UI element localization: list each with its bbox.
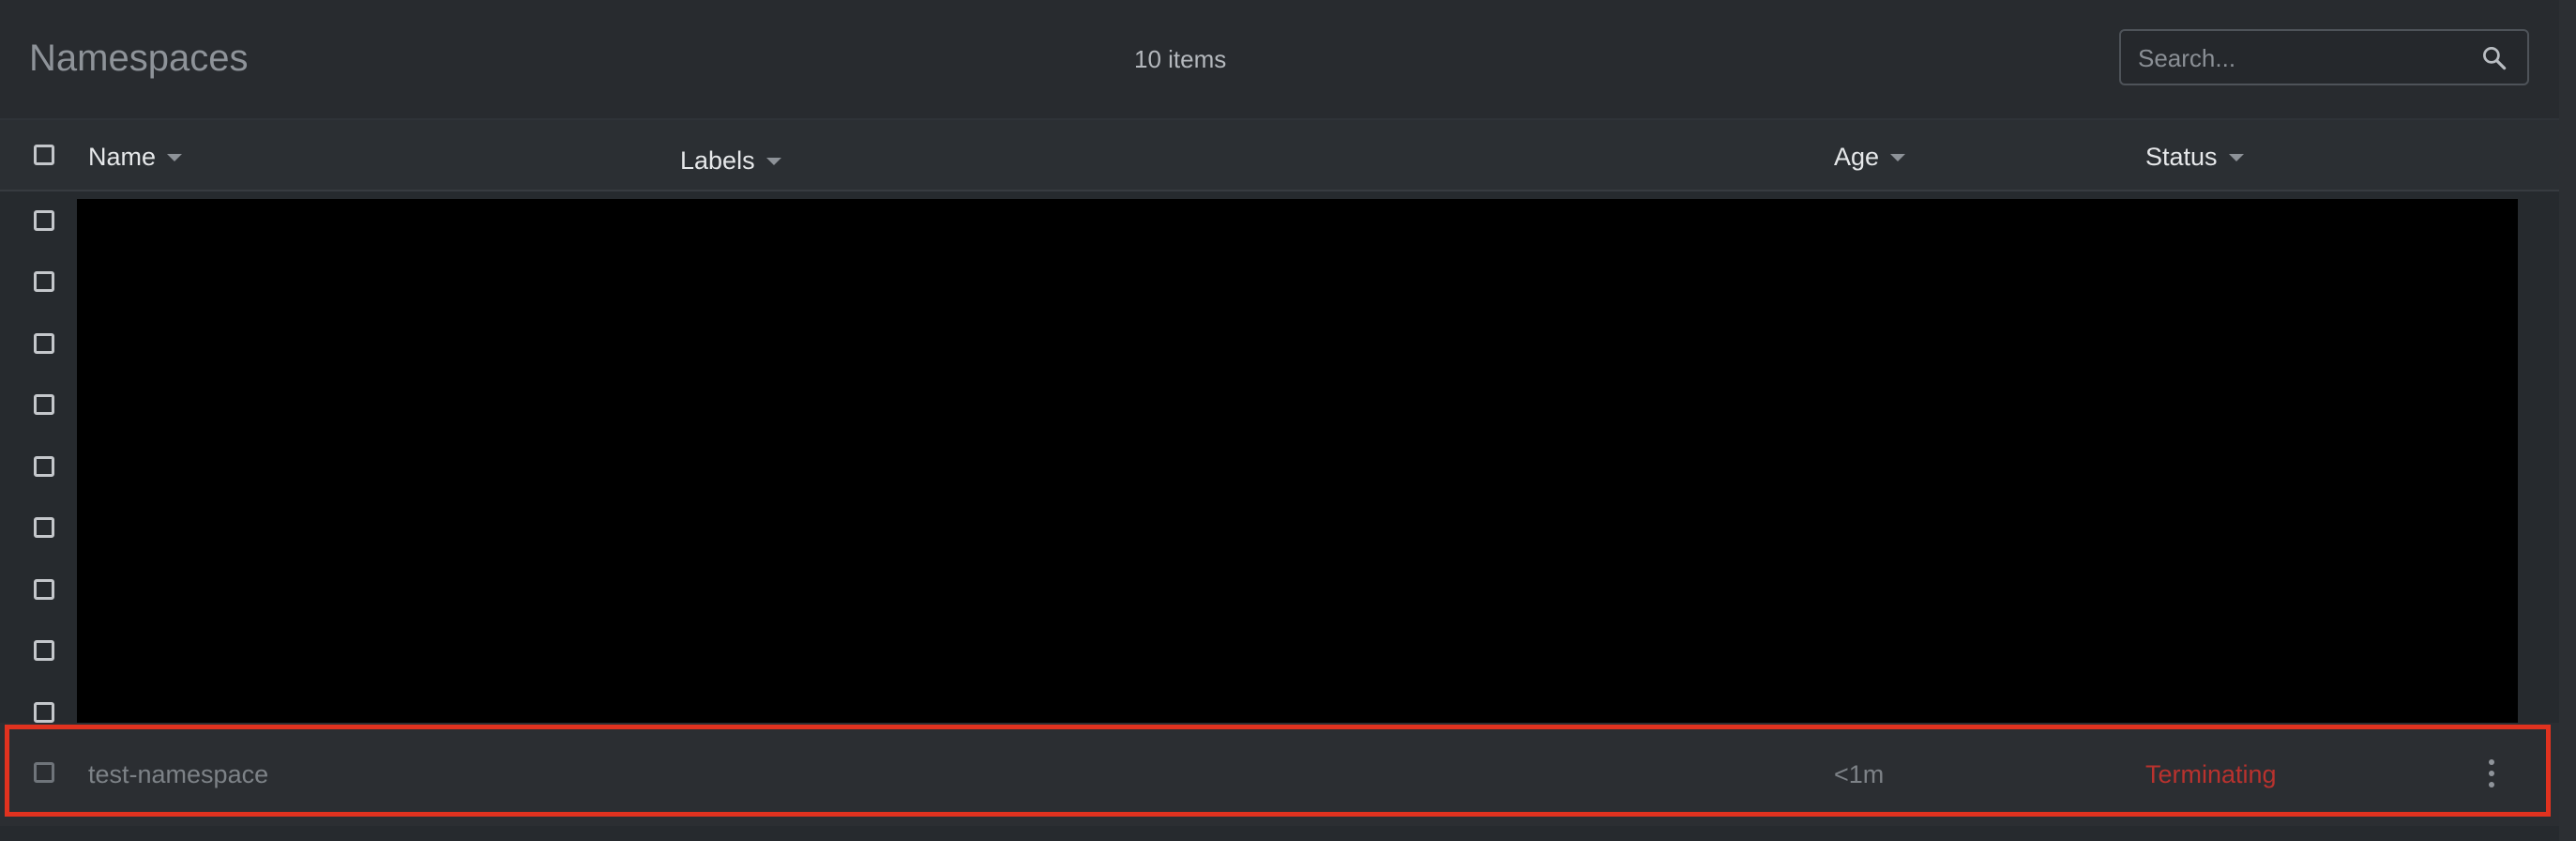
search-input[interactable] [2138, 41, 2476, 75]
row-checkbox[interactable] [34, 271, 54, 292]
column-header-label: Status [2145, 143, 2218, 171]
column-header-name[interactable]: Name [88, 141, 183, 173]
row-checkbox[interactable] [34, 456, 54, 477]
caret-down-icon [2228, 154, 2244, 161]
column-header-status[interactable]: Status [2145, 141, 2244, 173]
namespaces-page: Namespaces 10 items Name Labels Age Stat… [0, 0, 2576, 841]
row-checkbox[interactable] [34, 702, 54, 723]
item-count: 10 items [1134, 45, 1227, 73]
row-checkbox[interactable] [34, 210, 54, 231]
column-header-age[interactable]: Age [1834, 141, 1906, 173]
row-checkbox[interactable] [34, 394, 54, 415]
caret-down-icon [167, 154, 183, 161]
column-header-labels[interactable]: Labels [680, 145, 781, 176]
row-checkbox[interactable] [34, 517, 54, 538]
search-box[interactable] [2119, 29, 2529, 85]
scrollbar[interactable] [2559, 0, 2576, 841]
page-title: Namespaces [29, 38, 249, 79]
highlight-box [5, 725, 2551, 817]
caret-down-icon [765, 158, 781, 165]
column-header-label: Labels [680, 146, 755, 175]
row-checkbox[interactable] [34, 640, 54, 661]
row-checkbox[interactable] [34, 333, 54, 354]
column-header-label: Name [88, 143, 157, 171]
page-header: Namespaces 10 items [0, 0, 2559, 120]
redacted-rows [77, 199, 2518, 723]
column-header-label: Age [1834, 143, 1880, 171]
row-checkbox[interactable] [34, 579, 54, 600]
select-all-checkbox[interactable] [34, 145, 54, 165]
search-icon[interactable] [2480, 44, 2508, 72]
table-header: Name Labels Age Status [0, 120, 2559, 191]
caret-down-icon [1890, 154, 1906, 161]
